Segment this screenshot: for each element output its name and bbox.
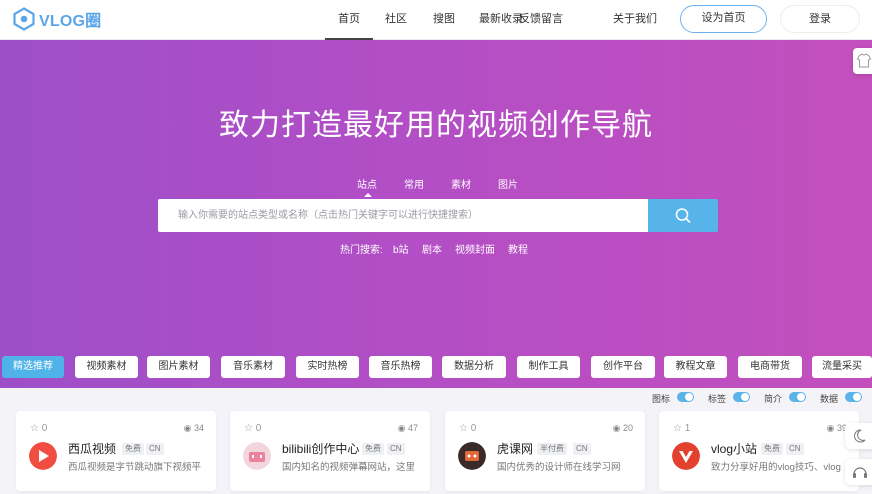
category-featured[interactable]: 精选推荐 [2, 356, 64, 378]
site-desc: 国内优秀的设计师在线学习网 [497, 462, 621, 473]
tag-free: 免费 [761, 443, 783, 455]
site-name: bilibili创作中心 [282, 442, 360, 456]
hot-search-bilibili[interactable]: b站 [393, 241, 409, 256]
site-card[interactable]: ☆ 0 ◉ 20 虎课网 半付费 CN 国内优秀的设计师在线学习网 [445, 411, 645, 491]
site-name: 虎课网 [497, 442, 534, 456]
star-count[interactable]: ☆ 0 [244, 423, 261, 434]
toggle-intro-switch[interactable] [789, 392, 806, 402]
nav-image-search[interactable]: 搜图 [428, 0, 460, 40]
hot-search-tutorial[interactable]: 教程 [508, 241, 528, 256]
headset-icon [853, 467, 867, 478]
toggle-data-switch[interactable] [845, 392, 862, 402]
category-ecommerce[interactable]: 电商带货 [738, 356, 802, 378]
moon-icon [854, 429, 866, 443]
toggle-label-intro: 简介 [764, 394, 783, 404]
tag-region: CN [146, 443, 164, 455]
category-data-analysis[interactable]: 数据分析 [442, 356, 506, 378]
hero-title: 致力打造最好用的视频创作导航 [219, 109, 653, 142]
search-tab-sites[interactable]: 站点 [357, 176, 377, 197]
set-homepage-button[interactable]: 设为首页 [680, 5, 767, 33]
site-name: vlog小站 [711, 442, 758, 456]
huke-logo-icon [458, 442, 486, 470]
toggle-label-data: 数据 [820, 394, 839, 404]
category-music-materials[interactable]: 音乐素材 [221, 356, 285, 378]
customer-service-button[interactable] [845, 459, 872, 485]
nav-community[interactable]: 社区 [380, 0, 412, 40]
category-traffic[interactable]: 流量采买 [812, 356, 872, 378]
hot-search-cover[interactable]: 视频封面 [455, 241, 495, 256]
category-image-materials[interactable]: 图片素材 [147, 356, 210, 378]
view-count: ◉ 47 [397, 423, 418, 433]
site-name: VLOG圈 [39, 13, 102, 30]
toggle-label-icon: 图标 [652, 394, 671, 404]
search-tab-common[interactable]: 常用 [404, 176, 424, 191]
tag-half-paid: 半付费 [537, 443, 567, 455]
tag-region: CN [387, 443, 405, 455]
site-desc: 西瓜视频是字节跳动旗下视频平 [68, 462, 202, 473]
nav-feedback[interactable]: 反馈留言 [516, 0, 566, 40]
bilibili-logo-icon [243, 442, 271, 470]
search-tab-images[interactable]: 图片 [498, 176, 518, 191]
view-count: ◉ 20 [612, 423, 633, 433]
site-name: 西瓜视频 [68, 442, 117, 456]
category-video-materials[interactable]: 视频素材 [75, 356, 138, 378]
site-card[interactable]: ☆ 1 ◉ 39 vlog小站 免费 CN 致力分享好用的vlog技巧、vlog [659, 411, 859, 491]
toggle-icon-switch[interactable] [677, 392, 694, 402]
star-count[interactable]: ☆ 1 [673, 423, 690, 434]
login-button[interactable]: 登录 [780, 5, 860, 33]
category-tools[interactable]: 制作工具 [517, 356, 580, 378]
nav-about[interactable]: 关于我们 [610, 0, 660, 40]
theme-tshirt-button[interactable] [853, 48, 872, 74]
vlog-logo-icon [672, 442, 700, 470]
view-count: ◉ 34 [183, 423, 204, 433]
site-desc: 国内知名的视频弹幕网站，这里 [282, 462, 416, 473]
tag-region: CN [573, 443, 591, 455]
search-tab-materials[interactable]: 素材 [451, 176, 471, 191]
star-count[interactable]: ☆ 0 [30, 423, 47, 434]
tag-free: 免费 [362, 443, 384, 455]
nav-home[interactable]: 首页 [325, 0, 373, 40]
category-live-hot[interactable]: 实时热榜 [296, 356, 359, 378]
category-music-charts[interactable]: 音乐热榜 [369, 356, 432, 378]
night-mode-button[interactable] [845, 423, 872, 449]
hexagon-logo-icon [13, 7, 35, 31]
tag-region: CN [786, 443, 804, 455]
site-card[interactable]: ☆ 0 ◉ 34 西瓜视频 免费 CN 西瓜视频是字节跳动旗下视频平 [16, 411, 216, 491]
hero-banner: 致力打造最好用的视频创作导航 站点 常用 素材 图片 输入你需要的站点类型或名称… [0, 40, 872, 388]
view-count: ◉ 39 [826, 423, 847, 433]
category-tutorials[interactable]: 教程文章 [664, 356, 727, 378]
search-input[interactable]: 输入你需要的站点类型或名称（点击热门关键字可以进行快捷搜索） [158, 199, 649, 232]
top-header: VLOG圈 首页 社区 搜图 最新收录 反馈留言 关于我们 设为首页 登录 [0, 0, 872, 40]
search-icon [675, 208, 691, 223]
xigua-logo-icon [29, 442, 57, 470]
tag-free: 免费 [122, 443, 144, 455]
site-card[interactable]: ☆ 0 ◉ 47 bilibili创作中心 免费 CN 国内知名的视频弹幕网站，… [230, 411, 430, 491]
hot-search-label: 热门搜索: [340, 245, 383, 256]
site-logo[interactable]: VLOG圈 [12, 7, 101, 31]
star-count[interactable]: ☆ 0 [459, 423, 476, 434]
search-button[interactable] [648, 199, 718, 232]
category-platforms[interactable]: 创作平台 [591, 356, 655, 378]
toggle-label-tags: 标签 [708, 394, 727, 404]
hot-search-script[interactable]: 剧本 [422, 241, 442, 256]
site-desc: 致力分享好用的vlog技巧、vlog [711, 462, 841, 473]
category-bar: 精选推荐 视频素材 图片素材 音乐素材 实时热榜 音乐热榜 数据分析 制作工具 … [0, 354, 872, 380]
tshirt-icon [856, 53, 872, 68]
toggle-tags-switch[interactable] [733, 392, 750, 402]
